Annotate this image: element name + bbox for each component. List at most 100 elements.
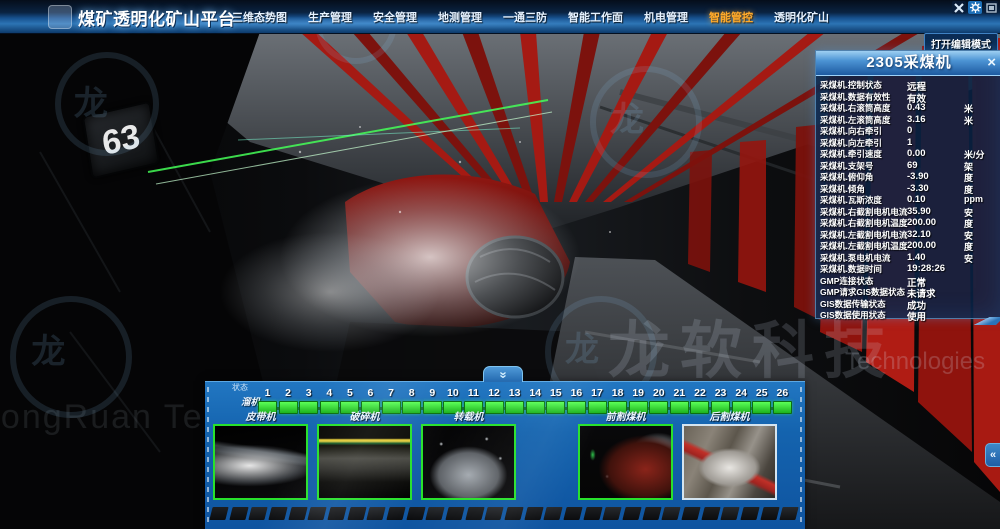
segment-5[interactable]: 5	[340, 387, 359, 414]
strip-thumbnail[interactable]	[229, 507, 248, 520]
gear-icon[interactable]	[968, 1, 982, 14]
strip-thumbnail[interactable]	[327, 507, 346, 520]
segment-11[interactable]: 11	[464, 387, 483, 414]
nav-item-5[interactable]: 智能工作面	[568, 9, 623, 25]
close-icon[interactable]: ×	[987, 53, 996, 73]
segment-18[interactable]: 18	[608, 387, 627, 414]
tools-icon[interactable]	[952, 1, 966, 14]
video-feed-2[interactable]: 转载机	[421, 412, 516, 500]
row-label: 采煤机.向右牵引	[820, 125, 882, 137]
strip-thumbnail[interactable]	[741, 507, 760, 520]
segment-13[interactable]: 13	[505, 387, 524, 414]
segment-7[interactable]: 7	[382, 387, 401, 414]
segment-20[interactable]: 20	[649, 387, 668, 414]
video-feed-3[interactable]: 前割煤机	[578, 412, 673, 500]
segment-9[interactable]: 9	[423, 387, 442, 414]
strip-thumbnail[interactable]	[209, 507, 228, 520]
strip-thumbnail[interactable]	[524, 507, 543, 520]
strip-thumbnail[interactable]	[308, 507, 327, 520]
segment-21[interactable]: 21	[670, 387, 689, 414]
row-label: 采煤机.左截割电机电流	[820, 229, 907, 241]
data-row: 采煤机.控制状态远程	[816, 79, 1000, 91]
segment-4[interactable]: 4	[320, 387, 339, 414]
segment-3[interactable]: 3	[299, 387, 318, 414]
segment-15[interactable]: 15	[546, 387, 565, 414]
strip-thumbnail[interactable]	[603, 507, 622, 520]
segment-number: 23	[715, 387, 727, 399]
nav-item-7[interactable]: 智能管控	[709, 9, 753, 25]
segment-23[interactable]: 23	[711, 387, 730, 414]
panel-corner-fold	[966, 317, 1000, 325]
strip-thumbnail[interactable]	[662, 507, 681, 520]
segment-number: 14	[529, 387, 541, 399]
strip-thumbnail[interactable]	[426, 507, 445, 520]
strip-thumbnail[interactable]	[347, 507, 366, 520]
strip-thumbnail[interactable]	[268, 507, 287, 520]
strip-thumbnail[interactable]	[465, 507, 484, 520]
row-value: 0.10	[907, 194, 926, 205]
nav-item-1[interactable]: 生产管理	[308, 9, 352, 25]
strip-thumbnail[interactable]	[642, 507, 661, 520]
segment-number: 4	[326, 387, 332, 399]
strip-thumbnail[interactable]	[622, 507, 641, 520]
segment-2[interactable]: 2	[279, 387, 298, 414]
strip-thumbnail[interactable]	[249, 507, 268, 520]
strip-thumbnail[interactable]	[701, 507, 720, 520]
video-feed-0[interactable]: 皮带机	[213, 412, 308, 500]
strip-thumbnail[interactable]	[406, 507, 425, 520]
segment-8[interactable]: 8	[402, 387, 421, 414]
screen-icon[interactable]	[984, 1, 998, 14]
video-frame	[213, 424, 308, 500]
segment-17[interactable]: 17	[588, 387, 607, 414]
nav-item-4[interactable]: 一通三防	[503, 9, 547, 25]
segment-12[interactable]: 12	[485, 387, 504, 414]
row-label: GMP连接状态	[820, 275, 873, 287]
video-feed-4[interactable]: 后割煤机	[682, 412, 777, 500]
strip-thumbnail[interactable]	[682, 507, 701, 520]
nav-item-0[interactable]: 三维态势图	[232, 9, 287, 25]
segment-16[interactable]: 16	[567, 387, 586, 414]
segment-22[interactable]: 22	[690, 387, 709, 414]
strip-thumbnail[interactable]	[288, 507, 307, 520]
segment-number: 1	[265, 387, 271, 399]
data-row: GIS数据传输状态成功	[816, 298, 1000, 310]
strip-thumbnail[interactable]	[780, 507, 799, 520]
strip-thumbnail[interactable]	[544, 507, 563, 520]
chevron-left-icon: «	[990, 449, 996, 461]
thumbnail-strip	[211, 507, 797, 520]
row-value: 0.00	[907, 148, 926, 159]
segment-19[interactable]: 19	[629, 387, 648, 414]
video-label: 前割煤机	[578, 412, 673, 424]
segment-number: 16	[571, 387, 583, 399]
camera-feeds: 皮带机破碎机转载机 前割煤机后割煤机	[213, 412, 777, 500]
video-frame	[317, 424, 412, 500]
nav-item-6[interactable]: 机电管理	[644, 9, 688, 25]
strip-thumbnail[interactable]	[721, 507, 740, 520]
nav-item-8[interactable]: 透明化矿山	[774, 9, 829, 25]
segment-25[interactable]: 25	[752, 387, 771, 414]
strip-thumbnail[interactable]	[760, 507, 779, 520]
strip-thumbnail[interactable]	[583, 507, 602, 520]
video-feed-1[interactable]: 破碎机	[317, 412, 412, 500]
strip-thumbnail[interactable]	[563, 507, 582, 520]
segment-number: 9	[429, 387, 435, 399]
segment-10[interactable]: 10	[443, 387, 462, 414]
strip-thumbnail[interactable]	[485, 507, 504, 520]
row-value: 3.16	[907, 114, 926, 125]
collapse-panel-button[interactable]: «	[483, 366, 523, 382]
expand-right-panel-button[interactable]: «	[985, 443, 1000, 467]
segment-number: 17	[591, 387, 603, 399]
segment-14[interactable]: 14	[526, 387, 545, 414]
row-label: 采煤机.右截割电机温度	[820, 217, 907, 229]
segment-26[interactable]: 26	[773, 387, 792, 414]
strip-thumbnail[interactable]	[367, 507, 386, 520]
segment-24[interactable]: 24	[732, 387, 751, 414]
panel-header: 2305采煤机 ×	[816, 51, 1000, 76]
segment-6[interactable]: 6	[361, 387, 380, 414]
strip-thumbnail[interactable]	[386, 507, 405, 520]
segment-1[interactable]: 1	[258, 387, 277, 414]
nav-item-2[interactable]: 安全管理	[373, 9, 417, 25]
strip-thumbnail[interactable]	[445, 507, 464, 520]
nav-item-3[interactable]: 地测管理	[438, 9, 482, 25]
strip-thumbnail[interactable]	[504, 507, 523, 520]
